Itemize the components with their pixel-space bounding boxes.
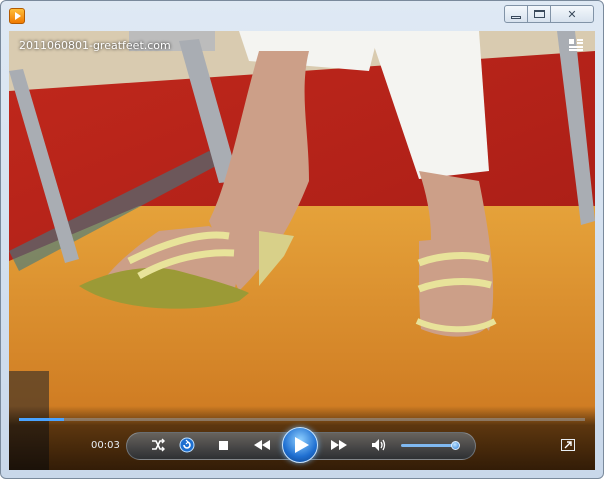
media-player-window: ✕ 2011060801-greatfeet.com 00:03 xyxy=(0,0,604,479)
previous-icon[interactable] xyxy=(252,439,272,451)
shuffle-icon[interactable] xyxy=(151,438,165,452)
video-frame xyxy=(9,31,595,470)
next-icon[interactable] xyxy=(329,439,349,451)
maximize-button[interactable] xyxy=(527,5,551,23)
close-icon: ✕ xyxy=(567,7,577,21)
stop-icon[interactable] xyxy=(218,440,229,451)
play-button[interactable] xyxy=(282,427,318,463)
video-area[interactable]: 2011060801-greatfeet.com 00:03 xyxy=(9,31,595,470)
minimize-button[interactable] xyxy=(504,5,528,23)
title-bar[interactable]: ✕ xyxy=(1,1,603,31)
restore-icon xyxy=(533,10,545,18)
minimize-icon xyxy=(511,15,521,19)
play-icon xyxy=(295,437,309,453)
repeat-icon[interactable] xyxy=(179,437,195,453)
seek-progress xyxy=(19,418,65,421)
volume-slider[interactable] xyxy=(401,441,461,450)
seek-bar[interactable] xyxy=(19,418,585,421)
current-time: 00:03 xyxy=(91,440,120,451)
video-title: 2011060801-greatfeet.com xyxy=(19,39,171,52)
speaker-icon[interactable] xyxy=(371,438,387,452)
switch-to-library-icon[interactable] xyxy=(569,39,583,51)
fullscreen-icon[interactable] xyxy=(561,439,575,451)
close-button[interactable]: ✕ xyxy=(550,5,594,23)
windows-media-player-icon[interactable] xyxy=(9,8,25,24)
playback-controls: 00:03 xyxy=(9,406,595,470)
